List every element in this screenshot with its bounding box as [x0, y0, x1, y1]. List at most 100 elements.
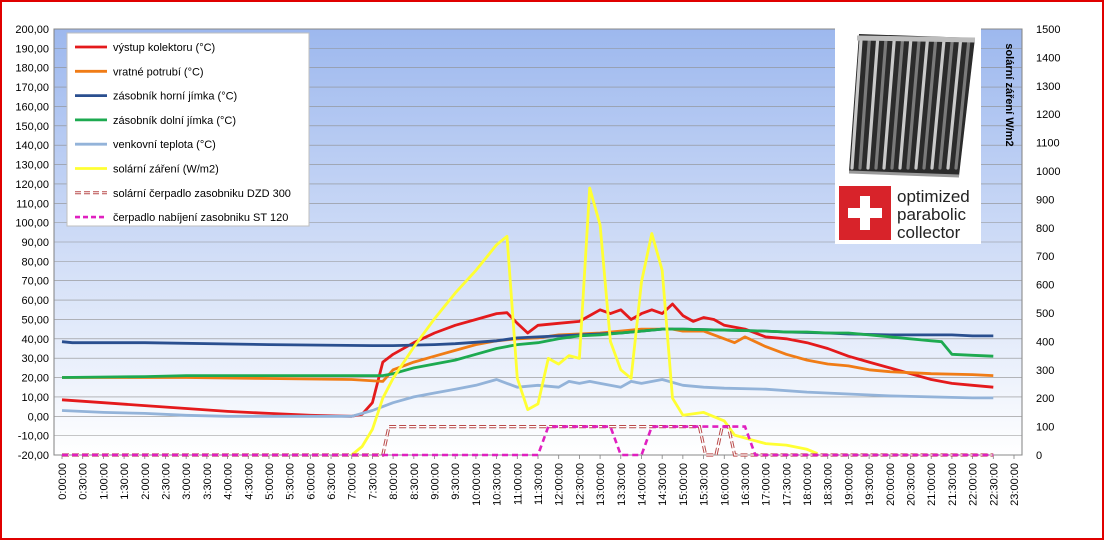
x-tick-label: 5:00:00: [264, 463, 276, 500]
y-right-tick-label: 1400: [1036, 52, 1060, 64]
y-right-tick-label: 900: [1036, 194, 1054, 206]
y-left-tick-label: 100,00: [15, 218, 49, 230]
x-tick-label: 10:30:00: [492, 463, 504, 506]
legend-label: zásobník horní jímka (°C): [113, 91, 237, 103]
x-tick-label: 3:00:00: [181, 463, 193, 500]
x-tick-label: 11:00:00: [512, 463, 524, 505]
y-left-tick-label: 200,00: [15, 24, 49, 36]
y-left-tick-label: 140,00: [15, 140, 49, 152]
y-right-tick-label: 1200: [1036, 109, 1060, 121]
x-tick-label: 10:00:00: [471, 463, 483, 506]
y-left-tick-label: 0,00: [28, 411, 49, 423]
x-tick-label: 4:00:00: [223, 463, 235, 500]
x-tick-label: 5:30:00: [285, 463, 297, 500]
x-tick-label: 2:00:00: [140, 463, 152, 500]
solar-collector-icon: [848, 34, 976, 178]
x-tick-label: 18:00:00: [802, 463, 814, 506]
y-right-tick-label: 1100: [1036, 138, 1060, 150]
y-left-tick-label: 20,00: [21, 373, 49, 385]
y-right-tick-label: 800: [1036, 223, 1054, 235]
y-left-tick-label: 110,00: [16, 198, 49, 210]
y-left-tick-label: -20,00: [18, 450, 49, 462]
x-tick-label: 19:30:00: [864, 463, 876, 506]
x-tick-label: 11:30:00: [533, 463, 545, 505]
legend-label: vratné potrubí (°C): [113, 66, 204, 78]
x-tick-label: 18:30:00: [823, 463, 835, 506]
x-tick-label: 21:00:00: [926, 463, 938, 506]
y-right-tick-label: 100: [1036, 422, 1054, 434]
x-tick-label: 22:30:00: [988, 463, 1000, 506]
y-right-tick-label: 500: [1036, 308, 1054, 320]
x-tick-label: 8:30:00: [409, 463, 421, 500]
legend-label: zásobník dolní jímka (°C): [113, 115, 236, 127]
x-tick-label: 16:30:00: [740, 463, 752, 506]
y-left-tick-label: 70,00: [21, 276, 49, 288]
x-tick-label: 14:30:00: [657, 463, 669, 506]
x-tick-label: 6:30:00: [326, 463, 338, 500]
x-tick-label: 12:30:00: [574, 463, 586, 506]
y-left-tick-label: 180,00: [15, 63, 49, 75]
x-tick-label: 8:00:00: [388, 463, 400, 500]
x-tick-label: 3:30:00: [202, 463, 214, 500]
y-left-tick-label: 130,00: [15, 160, 49, 172]
y-left-tick-label: 60,00: [21, 295, 49, 307]
x-tick-label: 0:30:00: [78, 463, 90, 500]
logo-text: optimized: [897, 187, 970, 206]
y-right-tick-label: 700: [1036, 251, 1054, 263]
x-tick-label: 16:00:00: [719, 463, 731, 506]
legend-label: venkovní teplota (°C): [113, 139, 216, 151]
x-tick-label: 1:00:00: [98, 463, 110, 500]
x-tick-label: 9:30:00: [450, 463, 462, 500]
y-left-tick-label: 40,00: [21, 334, 49, 346]
y-left-tick-label: 120,00: [15, 179, 49, 191]
y-right-tick-label: 0: [1036, 450, 1042, 462]
y-left-tick-label: -10,00: [18, 431, 49, 443]
x-tick-label: 17:30:00: [781, 463, 793, 506]
swiss-cross-h: [848, 208, 882, 218]
x-tick-label: 23:00:00: [1009, 463, 1021, 506]
y-left-tick-label: 150,00: [15, 121, 49, 133]
x-tick-label: 4:30:00: [243, 463, 255, 500]
legend-label: výstup kolektoru (°C): [113, 42, 215, 54]
x-tick-label: 7:30:00: [367, 463, 379, 500]
y-right-tick-label: 200: [1036, 393, 1054, 405]
x-tick-label: 19:00:00: [843, 463, 855, 506]
legend-label: solární čerpadlo zasobniku DZD 300: [113, 188, 291, 200]
x-tick-label: 15:00:00: [678, 463, 690, 506]
x-tick-label: 1:30:00: [119, 463, 131, 500]
y-right-tick-label: 1300: [1036, 81, 1060, 93]
y-right-tick-label: 400: [1036, 336, 1054, 348]
x-tick-label: 2:30:00: [160, 463, 172, 500]
x-tick-label: 13:30:00: [616, 463, 628, 506]
x-tick-label: 6:00:00: [305, 463, 317, 500]
y-left-tick-label: 10,00: [21, 392, 49, 404]
x-tick-label: 21:30:00: [947, 463, 959, 506]
logo-text: collector: [897, 223, 961, 242]
x-tick-label: 17:00:00: [761, 463, 773, 506]
y-left-tick-label: 80,00: [21, 256, 49, 268]
x-tick-label: 0:00:00: [57, 463, 69, 500]
x-tick-label: 15:30:00: [699, 463, 711, 506]
y-right-tick-label: 600: [1036, 280, 1054, 292]
y-left-tick-label: 30,00: [21, 353, 49, 365]
y-right-axis-label: solární záření W/m2: [1003, 43, 1015, 146]
legend-label: solární záření (W/m2): [113, 164, 219, 176]
x-tick-label: 20:30:00: [906, 463, 918, 506]
logo-text: parabolic: [897, 205, 966, 224]
x-tick-label: 9:00:00: [430, 463, 442, 500]
y-left-tick-label: 160,00: [15, 101, 49, 113]
x-tick-label: 13:00:00: [595, 463, 607, 506]
y-right-tick-label: 300: [1036, 365, 1054, 377]
x-tick-label: 20:00:00: [885, 463, 897, 506]
x-tick-label: 7:00:00: [347, 463, 359, 500]
y-left-tick-label: 190,00: [15, 43, 49, 55]
y-left-tick-label: 50,00: [21, 314, 49, 326]
y-right-tick-label: 1000: [1036, 166, 1060, 178]
y-left-tick-label: 90,00: [21, 237, 49, 249]
y-left-tick-label: 170,00: [15, 82, 49, 94]
y-right-tick-label: 1500: [1036, 24, 1060, 36]
line-chart: -20,00 -10,00 0,00 10,00 20,00 30,00 40,00 50,0…: [15, 24, 1060, 506]
x-tick-label: 14:00:00: [636, 463, 648, 506]
legend-label: čerpadlo nabíjení zasobniku ST 120: [113, 212, 288, 224]
x-tick-label: 22:00:00: [968, 463, 980, 506]
